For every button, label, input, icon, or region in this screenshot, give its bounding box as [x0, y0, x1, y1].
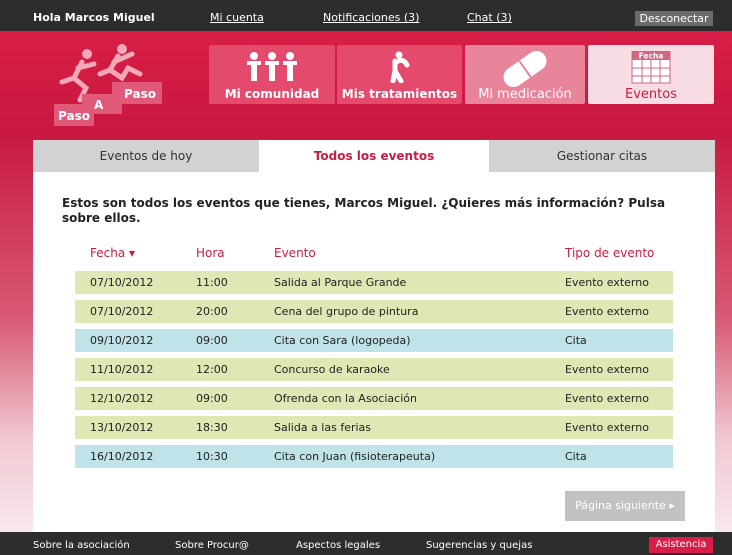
tab-eventos-de-hoy[interactable]: Eventos de hoy: [33, 140, 259, 172]
help-button[interactable]: Asistencia: [649, 537, 713, 553]
logo-word-2: A: [94, 98, 104, 112]
event-type-header: Tipo de evento: [565, 246, 655, 260]
logo[interactable]: Paso A Paso: [52, 42, 172, 127]
events-table: 07/10/2012 11:00 Salida al Parque Grande…: [75, 271, 673, 474]
time-cell: 10:30: [196, 450, 228, 463]
logo-word-1: Paso: [58, 109, 90, 123]
event-cell: Salida al Parque Grande: [274, 276, 407, 289]
date-cell: 11/10/2012: [90, 363, 154, 376]
tab-todos-los-eventos[interactable]: Todos los eventos: [261, 140, 487, 172]
event-cell: Ofrenda con la Asociación: [274, 392, 417, 405]
table-row[interactable]: 07/10/2012 20:00 Cena del grupo de pintu…: [75, 300, 673, 323]
nav-mi-comunidad[interactable]: Mi comunidad: [209, 45, 335, 104]
main-panel: Eventos de hoy Todos los eventos Gestion…: [33, 140, 715, 532]
date-cell: 07/10/2012: [90, 305, 154, 318]
nav-mi-medicacion[interactable]: Mi medicación: [465, 45, 585, 104]
footer-suggestions-link[interactable]: Sugerencias y quejas: [426, 540, 532, 551]
date-cell: 12/10/2012: [90, 392, 154, 405]
event-cell: Cita con Sara (logopeda): [274, 334, 411, 347]
time-cell: 11:00: [196, 276, 228, 289]
nav-label: Eventos: [625, 87, 677, 102]
event-header: Evento: [274, 246, 316, 260]
date-cell: 13/10/2012: [90, 421, 154, 434]
type-cell: Evento externo: [565, 392, 649, 405]
date-cell: 07/10/2012: [90, 276, 154, 289]
nav-label: Mis tratamientos: [341, 87, 458, 101]
tab-gestionar-citas[interactable]: Gestionar citas: [489, 140, 715, 172]
type-cell: Evento externo: [565, 363, 649, 376]
nav-label: Mi medicación: [478, 87, 572, 102]
chat-link[interactable]: Chat (3): [467, 11, 512, 24]
nav-label: Mi comunidad: [224, 87, 320, 101]
calendar-label: Fecha: [639, 52, 664, 61]
calendar-icon: Fecha: [588, 50, 714, 84]
table-row[interactable]: 11/10/2012 12:00 Concurso de karaoke Eve…: [75, 358, 673, 381]
table-header: Fecha ▾ Hora Evento Tipo de evento: [75, 246, 673, 264]
logo-word-3: Paso: [124, 87, 156, 101]
date-cell: 09/10/2012: [90, 334, 154, 347]
time-cell: 20:00: [196, 305, 228, 318]
type-cell: Evento externo: [565, 421, 649, 434]
event-cell: Cita con Juan (fisioterapeuta): [274, 450, 436, 463]
date-cell: 16/10/2012: [90, 450, 154, 463]
table-row[interactable]: 09/10/2012 09:00 Cita con Sara (logopeda…: [75, 329, 673, 352]
type-cell: Evento externo: [565, 276, 649, 289]
people-icon: [209, 51, 335, 83]
footer: Sobre la asociación Sobre Procur@ Aspect…: [0, 532, 732, 555]
time-cell: 09:00: [196, 392, 228, 405]
table-row[interactable]: 16/10/2012 10:30 Cita con Juan (fisioter…: [75, 445, 673, 468]
intro-text: Estos son todos los eventos que tienes, …: [62, 196, 666, 225]
time-cell: 12:00: [196, 363, 228, 376]
footer-legal-link[interactable]: Aspectos legales: [296, 540, 380, 551]
top-bar: Hola Marcos Miguel Mi cuenta Notificacio…: [0, 0, 732, 31]
event-cell: Salida a las ferias: [274, 421, 372, 434]
time-cell: 09:00: [196, 334, 228, 347]
type-cell: Cita: [565, 334, 587, 347]
exercise-icon: [337, 51, 462, 84]
footer-procura-link[interactable]: Sobre Procur@: [175, 540, 249, 551]
logout-button[interactable]: Desconectar: [635, 11, 713, 26]
table-row[interactable]: 13/10/2012 18:30 Salida a las ferias Eve…: [75, 416, 673, 439]
footer-about-link[interactable]: Sobre la asociación: [33, 540, 130, 551]
type-cell: Cita: [565, 450, 587, 463]
nav-mis-tratamientos[interactable]: Mis tratamientos: [337, 45, 462, 104]
event-cell: Cena del grupo de pintura: [274, 305, 419, 318]
greeting: Hola Marcos Miguel: [33, 11, 155, 24]
pill-icon: [465, 50, 585, 88]
sort-by-date-header[interactable]: Fecha ▾: [90, 246, 135, 260]
nav-eventos[interactable]: Fecha Eventos: [588, 45, 714, 104]
table-row[interactable]: 12/10/2012 09:00 Ofrenda con la Asociaci…: [75, 387, 673, 410]
time-cell: 18:30: [196, 421, 228, 434]
notifications-link[interactable]: Notificaciones (3): [323, 11, 419, 24]
next-page-button[interactable]: Página siguiente ▸: [565, 491, 685, 521]
type-cell: Evento externo: [565, 305, 649, 318]
account-link[interactable]: Mi cuenta: [210, 11, 264, 24]
time-header: Hora: [196, 246, 225, 260]
event-cell: Concurso de karaoke: [274, 363, 390, 376]
table-row[interactable]: 07/10/2012 11:00 Salida al Parque Grande…: [75, 271, 673, 294]
